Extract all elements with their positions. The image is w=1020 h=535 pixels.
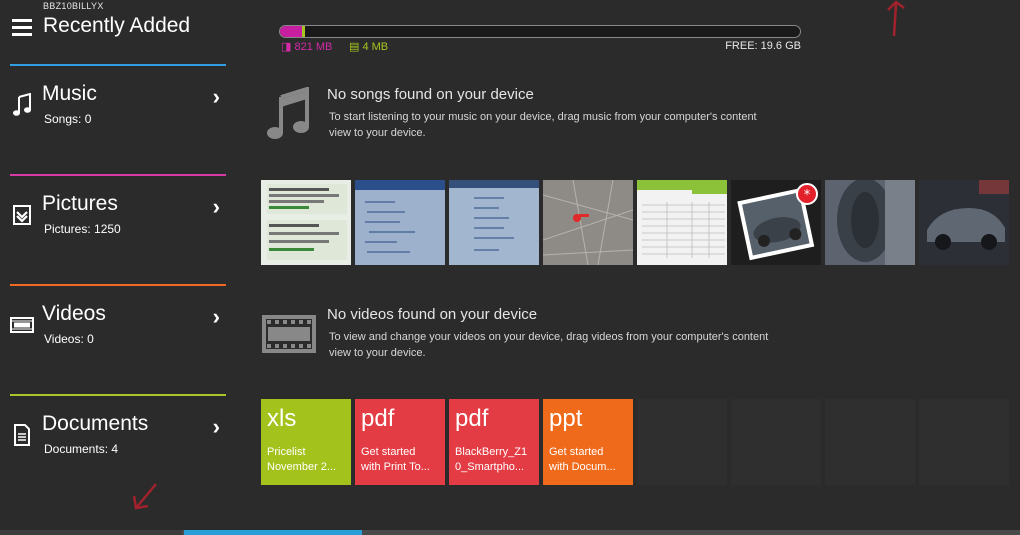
document-tile[interactable]: xls Pricelist November 2... — [261, 399, 351, 485]
film-icon — [261, 306, 317, 362]
video-empty-state: No videos found on your device To view a… — [261, 306, 801, 366]
annotation-arrow — [128, 480, 162, 520]
sidebar-item-label: Documents — [42, 412, 149, 435]
horizontal-scrollbar[interactable] — [0, 530, 1020, 535]
picture-thumbnail[interactable] — [637, 180, 727, 265]
sidebar-accent-bar — [10, 64, 226, 66]
sidebar-item-count: Pictures: 1250 — [44, 222, 121, 236]
video-empty-description: To view and change your videos on your d… — [329, 331, 769, 359]
document-name: Pricelist November 2... — [267, 446, 337, 473]
sidebar-accent-bar — [10, 394, 226, 396]
picture-thumbnail[interactable] — [355, 180, 445, 265]
chevron-right-icon: › — [212, 194, 220, 219]
picture-thumbnail[interactable]: * — [731, 180, 821, 265]
sidebar-item-label: Music — [42, 82, 97, 105]
sidebar-item-label: Pictures — [42, 192, 118, 215]
picture-thumbnail[interactable] — [449, 180, 539, 265]
picture-thumbnail[interactable] — [543, 180, 633, 265]
sidebar-item-count: Songs: 0 — [44, 112, 92, 126]
storage-music-label: ◨ 821 MB — [281, 41, 333, 53]
document-tile[interactable]: ppt Get started with Docum... — [543, 399, 633, 485]
document-tile[interactable]: pdf BlackBerry_Z1 0_Smartpho... — [449, 399, 539, 485]
music-note-icon — [261, 86, 317, 142]
sidebar-accent-bar — [10, 174, 226, 176]
document-name: Get started with Docum... — [549, 446, 616, 473]
menu-icon[interactable] — [12, 19, 32, 37]
sidebar-item-label: Videos — [42, 302, 106, 325]
empty-tile-slot — [637, 399, 727, 485]
storage-free-label: FREE: 19.6 GB — [725, 40, 801, 52]
document-type: pdf — [361, 405, 395, 432]
empty-tile-slot — [825, 399, 915, 485]
chevron-right-icon: › — [212, 84, 220, 109]
document-type: pdf — [455, 405, 489, 432]
sidebar-item-count: Documents: 4 — [44, 442, 119, 456]
music-note-icon — [10, 92, 34, 118]
svg-text:*: * — [804, 188, 811, 203]
empty-tile-slot — [919, 399, 1009, 485]
scrollbar-track-segment — [0, 530, 182, 535]
video-empty-title: No videos found on your device — [327, 306, 538, 323]
storage-docs-label: ▤ 4 MB — [349, 41, 389, 53]
sidebar-item-documents[interactable]: Documents Documents: 4 › — [10, 394, 226, 494]
sidebar-item-pictures[interactable]: Pictures Pictures: 1250 › — [10, 174, 226, 274]
device-name: BBZ10BILLYX — [43, 1, 104, 11]
empty-tile-slot — [731, 399, 821, 485]
document-type: ppt — [549, 405, 583, 432]
storage-fill-music — [280, 26, 302, 37]
scrollbar-thumb[interactable] — [184, 530, 362, 535]
pictures-icon — [10, 202, 34, 228]
music-empty-title: No songs found on your device — [327, 86, 534, 103]
chevron-right-icon: › — [212, 414, 220, 439]
sidebar-item-videos[interactable]: Videos Videos: 0 › — [10, 284, 226, 384]
storage-meter: ◨ 821 MB ▤ 4 MB FREE: 19.6 GB — [279, 25, 801, 54]
page-title: Recently Added — [43, 14, 191, 37]
film-icon — [10, 312, 34, 338]
storage-fill-docs — [302, 26, 305, 37]
picture-thumbnail[interactable] — [261, 180, 351, 265]
document-icon — [10, 422, 34, 448]
music-empty-state: No songs found on your device To start l… — [261, 86, 801, 146]
sidebar-accent-bar — [10, 284, 226, 286]
picture-thumbnail[interactable] — [919, 180, 1009, 265]
music-empty-description: To start listening to your music on your… — [329, 111, 757, 139]
storage-bar — [279, 25, 801, 38]
chevron-right-icon: › — [212, 304, 220, 329]
sidebar-item-music[interactable]: Music Songs: 0 › — [10, 64, 226, 164]
picture-thumbnail[interactable] — [825, 180, 915, 265]
document-tile[interactable]: pdf Get started with Print To... — [355, 399, 445, 485]
document-name: Get started with Print To... — [361, 446, 430, 473]
document-type: xls — [267, 405, 297, 432]
sidebar-item-count: Videos: 0 — [44, 332, 94, 346]
annotation-arrow — [884, 0, 908, 44]
document-name: BlackBerry_Z1 0_Smartpho... — [455, 446, 528, 473]
